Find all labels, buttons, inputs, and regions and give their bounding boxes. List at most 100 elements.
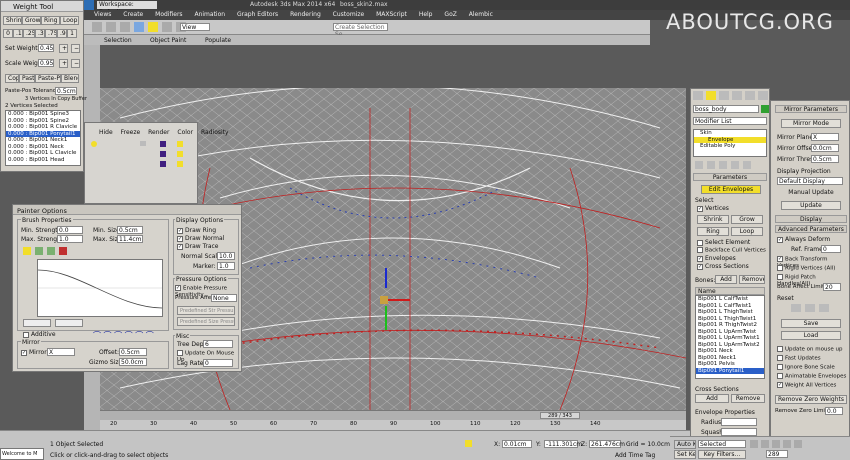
display-tab-icon[interactable] bbox=[744, 91, 755, 100]
key-mode-dropdown[interactable]: Selected bbox=[698, 440, 746, 448]
wt-loop-button[interactable]: Loop bbox=[60, 16, 79, 25]
max-strength-field[interactable]: 1.0 bbox=[57, 235, 83, 243]
make-unique-icon[interactable] bbox=[718, 161, 727, 169]
edit-envelopes-button[interactable]: Edit Envelopes bbox=[701, 185, 761, 194]
list-item[interactable]: 0.000 : Bip001 L Clavicle bbox=[6, 150, 80, 157]
update-mouseup-checkbox[interactable]: Update on mouse up bbox=[777, 346, 842, 353]
predefined-size-pressure-button[interactable]: Predefined Size Pressure bbox=[177, 317, 235, 326]
menu-modifiers[interactable]: Modifiers bbox=[155, 11, 182, 18]
add-time-tag[interactable]: Add Time Tag bbox=[615, 452, 655, 459]
radiosity-icon[interactable] bbox=[177, 151, 183, 157]
lock-icon[interactable] bbox=[465, 440, 472, 447]
backface-cull-checkbox[interactable]: Backface Cull Vertices bbox=[697, 247, 766, 254]
draw-ring-checkbox[interactable]: ✓ Draw Ring bbox=[177, 227, 216, 234]
cross-sections-checkbox[interactable]: ✓ Cross Sections bbox=[697, 263, 749, 270]
min-size-field[interactable]: 0.5cm bbox=[117, 226, 143, 234]
lag-rate-field[interactable]: 0 bbox=[203, 359, 233, 367]
motion-tab-icon[interactable] bbox=[731, 91, 742, 100]
remove-zero-limit-field[interactable]: 0.0 bbox=[825, 407, 843, 415]
rigid-vertices-checkbox[interactable]: Rigid Vertices (All) bbox=[777, 265, 835, 272]
wt-copy-button[interactable]: Copy bbox=[5, 74, 19, 83]
wt-grow-button[interactable]: Grow bbox=[22, 16, 41, 25]
bone-item[interactable]: Bip001 Ponytail1 bbox=[696, 367, 764, 374]
wt-shrink-button[interactable]: Shrink bbox=[3, 16, 22, 25]
preset-5[interactable]: .9 bbox=[57, 29, 67, 38]
redo-icon[interactable] bbox=[105, 22, 116, 32]
scale-weight-plus[interactable]: + bbox=[59, 59, 68, 68]
falloff-curve-graph[interactable] bbox=[37, 259, 163, 317]
preset-2[interactable]: .25 bbox=[23, 29, 35, 38]
wt-paste-pos-button[interactable]: Paste-Pos bbox=[35, 74, 61, 83]
squash-field[interactable] bbox=[721, 428, 757, 436]
radius-field[interactable] bbox=[721, 418, 757, 426]
tab-populate[interactable]: Populate bbox=[205, 37, 231, 44]
menu-create[interactable]: Create bbox=[123, 11, 143, 18]
preset-4[interactable]: .75 bbox=[45, 29, 57, 38]
display-projection-dropdown[interactable]: Default Display bbox=[777, 177, 843, 185]
object-name-field[interactable]: boss_body bbox=[693, 105, 759, 113]
tree-depth-field[interactable]: 6 bbox=[203, 340, 233, 348]
teapot-icon[interactable] bbox=[140, 141, 146, 146]
set-weight-field[interactable]: 0.45 bbox=[38, 44, 54, 52]
menu-goz[interactable]: GoZ bbox=[444, 11, 456, 18]
list-item[interactable]: 0.000 : Bip001 Head bbox=[6, 157, 80, 164]
col-color[interactable]: Color bbox=[177, 129, 193, 136]
remove-bone-button[interactable]: Remove bbox=[739, 275, 765, 284]
manual-update-checkbox[interactable]: Manual Update bbox=[781, 189, 841, 198]
remove-zero-weights-button[interactable]: Remove Zero Weights bbox=[775, 395, 847, 404]
curve-slider[interactable] bbox=[55, 319, 83, 327]
menu-rendering[interactable]: Rendering bbox=[290, 11, 321, 18]
select-object-icon[interactable] bbox=[133, 22, 144, 32]
display-rollout[interactable]: Display bbox=[775, 215, 847, 223]
curve-preset-icon[interactable] bbox=[46, 247, 55, 255]
named-selection-input[interactable]: Create Selection Se bbox=[333, 23, 388, 38]
animatable-envelopes-checkbox[interactable]: Animatable Envelopes bbox=[777, 373, 846, 380]
menu-animation[interactable]: Animation bbox=[194, 11, 225, 18]
wt-paste-button[interactable]: Paste bbox=[19, 74, 35, 83]
grow-button[interactable]: Grow bbox=[731, 215, 763, 224]
offset-field[interactable]: 0.5cm bbox=[119, 348, 147, 356]
curve-shape-icon[interactable]: ⌒ bbox=[93, 331, 101, 340]
prev-frame-icon[interactable] bbox=[760, 440, 769, 448]
select-element-checkbox[interactable]: Select Element bbox=[697, 239, 750, 246]
color-swatch[interactable] bbox=[160, 141, 166, 147]
advanced-rollout[interactable]: Advanced Parameters bbox=[775, 225, 847, 233]
curve-slider[interactable] bbox=[23, 319, 51, 327]
bone-item[interactable]: Bip001 R ThighTwist2 bbox=[696, 322, 764, 329]
configure-sets-icon[interactable] bbox=[742, 161, 751, 169]
undo-icon[interactable] bbox=[92, 22, 102, 32]
mirror-offset-field[interactable]: 0.0cm bbox=[811, 144, 839, 152]
menu-alembic[interactable]: Alembic bbox=[469, 11, 493, 18]
mirror-axis-dropdown[interactable]: X bbox=[47, 348, 75, 356]
preset-6[interactable]: 1 bbox=[67, 29, 77, 38]
time-slider-thumb[interactable]: 289 / 343 bbox=[540, 412, 580, 419]
gizmo-size-field[interactable]: 50.0cm bbox=[119, 358, 147, 366]
mirror-mode-button[interactable]: Mirror Mode bbox=[781, 119, 841, 128]
light-bulb-icon[interactable] bbox=[91, 141, 97, 147]
bone-affect-field[interactable]: 20 bbox=[823, 283, 841, 291]
draw-normal-checkbox[interactable]: ✓ Draw Normal bbox=[177, 235, 224, 242]
ref-frame-field[interactable]: 0 bbox=[821, 245, 841, 253]
ignore-bone-scale-checkbox[interactable]: Ignore Bone Scale bbox=[777, 364, 835, 371]
play-icon[interactable] bbox=[771, 440, 780, 448]
curve-preset-icon[interactable] bbox=[23, 247, 31, 255]
reset-bone-icon[interactable] bbox=[804, 304, 815, 312]
normal-scale-field[interactable]: 10.0 bbox=[217, 252, 235, 260]
envelopes-checkbox[interactable]: ✓ Envelopes bbox=[697, 255, 736, 262]
color-swatch[interactable] bbox=[160, 161, 166, 167]
curve-preset-icon[interactable] bbox=[34, 247, 43, 255]
shrink-button[interactable]: Shrink bbox=[697, 215, 729, 224]
preset-1[interactable]: .1 bbox=[13, 29, 23, 38]
list-item[interactable]: 0.000 : Bip001 R Clavicle bbox=[6, 124, 80, 131]
min-strength-field[interactable]: 0.0 bbox=[57, 226, 83, 234]
wt-ring-button[interactable]: Ring bbox=[41, 16, 60, 25]
radiosity-icon[interactable] bbox=[177, 141, 183, 147]
modifier-list-dropdown[interactable]: Modifier List bbox=[693, 117, 767, 125]
curve-shape-icon[interactable]: ⌒ bbox=[104, 331, 112, 340]
z-coord-field[interactable]: 261.476cm bbox=[589, 440, 625, 448]
set-weight-plus[interactable]: + bbox=[59, 44, 68, 53]
preset-3[interactable]: .3 bbox=[35, 29, 45, 38]
additive-checkbox[interactable]: Additive bbox=[23, 331, 56, 338]
time-slider[interactable]: 289 / 343 bbox=[100, 410, 686, 420]
predefined-str-pressure-button[interactable]: Predefined Str Pressure bbox=[177, 306, 235, 315]
